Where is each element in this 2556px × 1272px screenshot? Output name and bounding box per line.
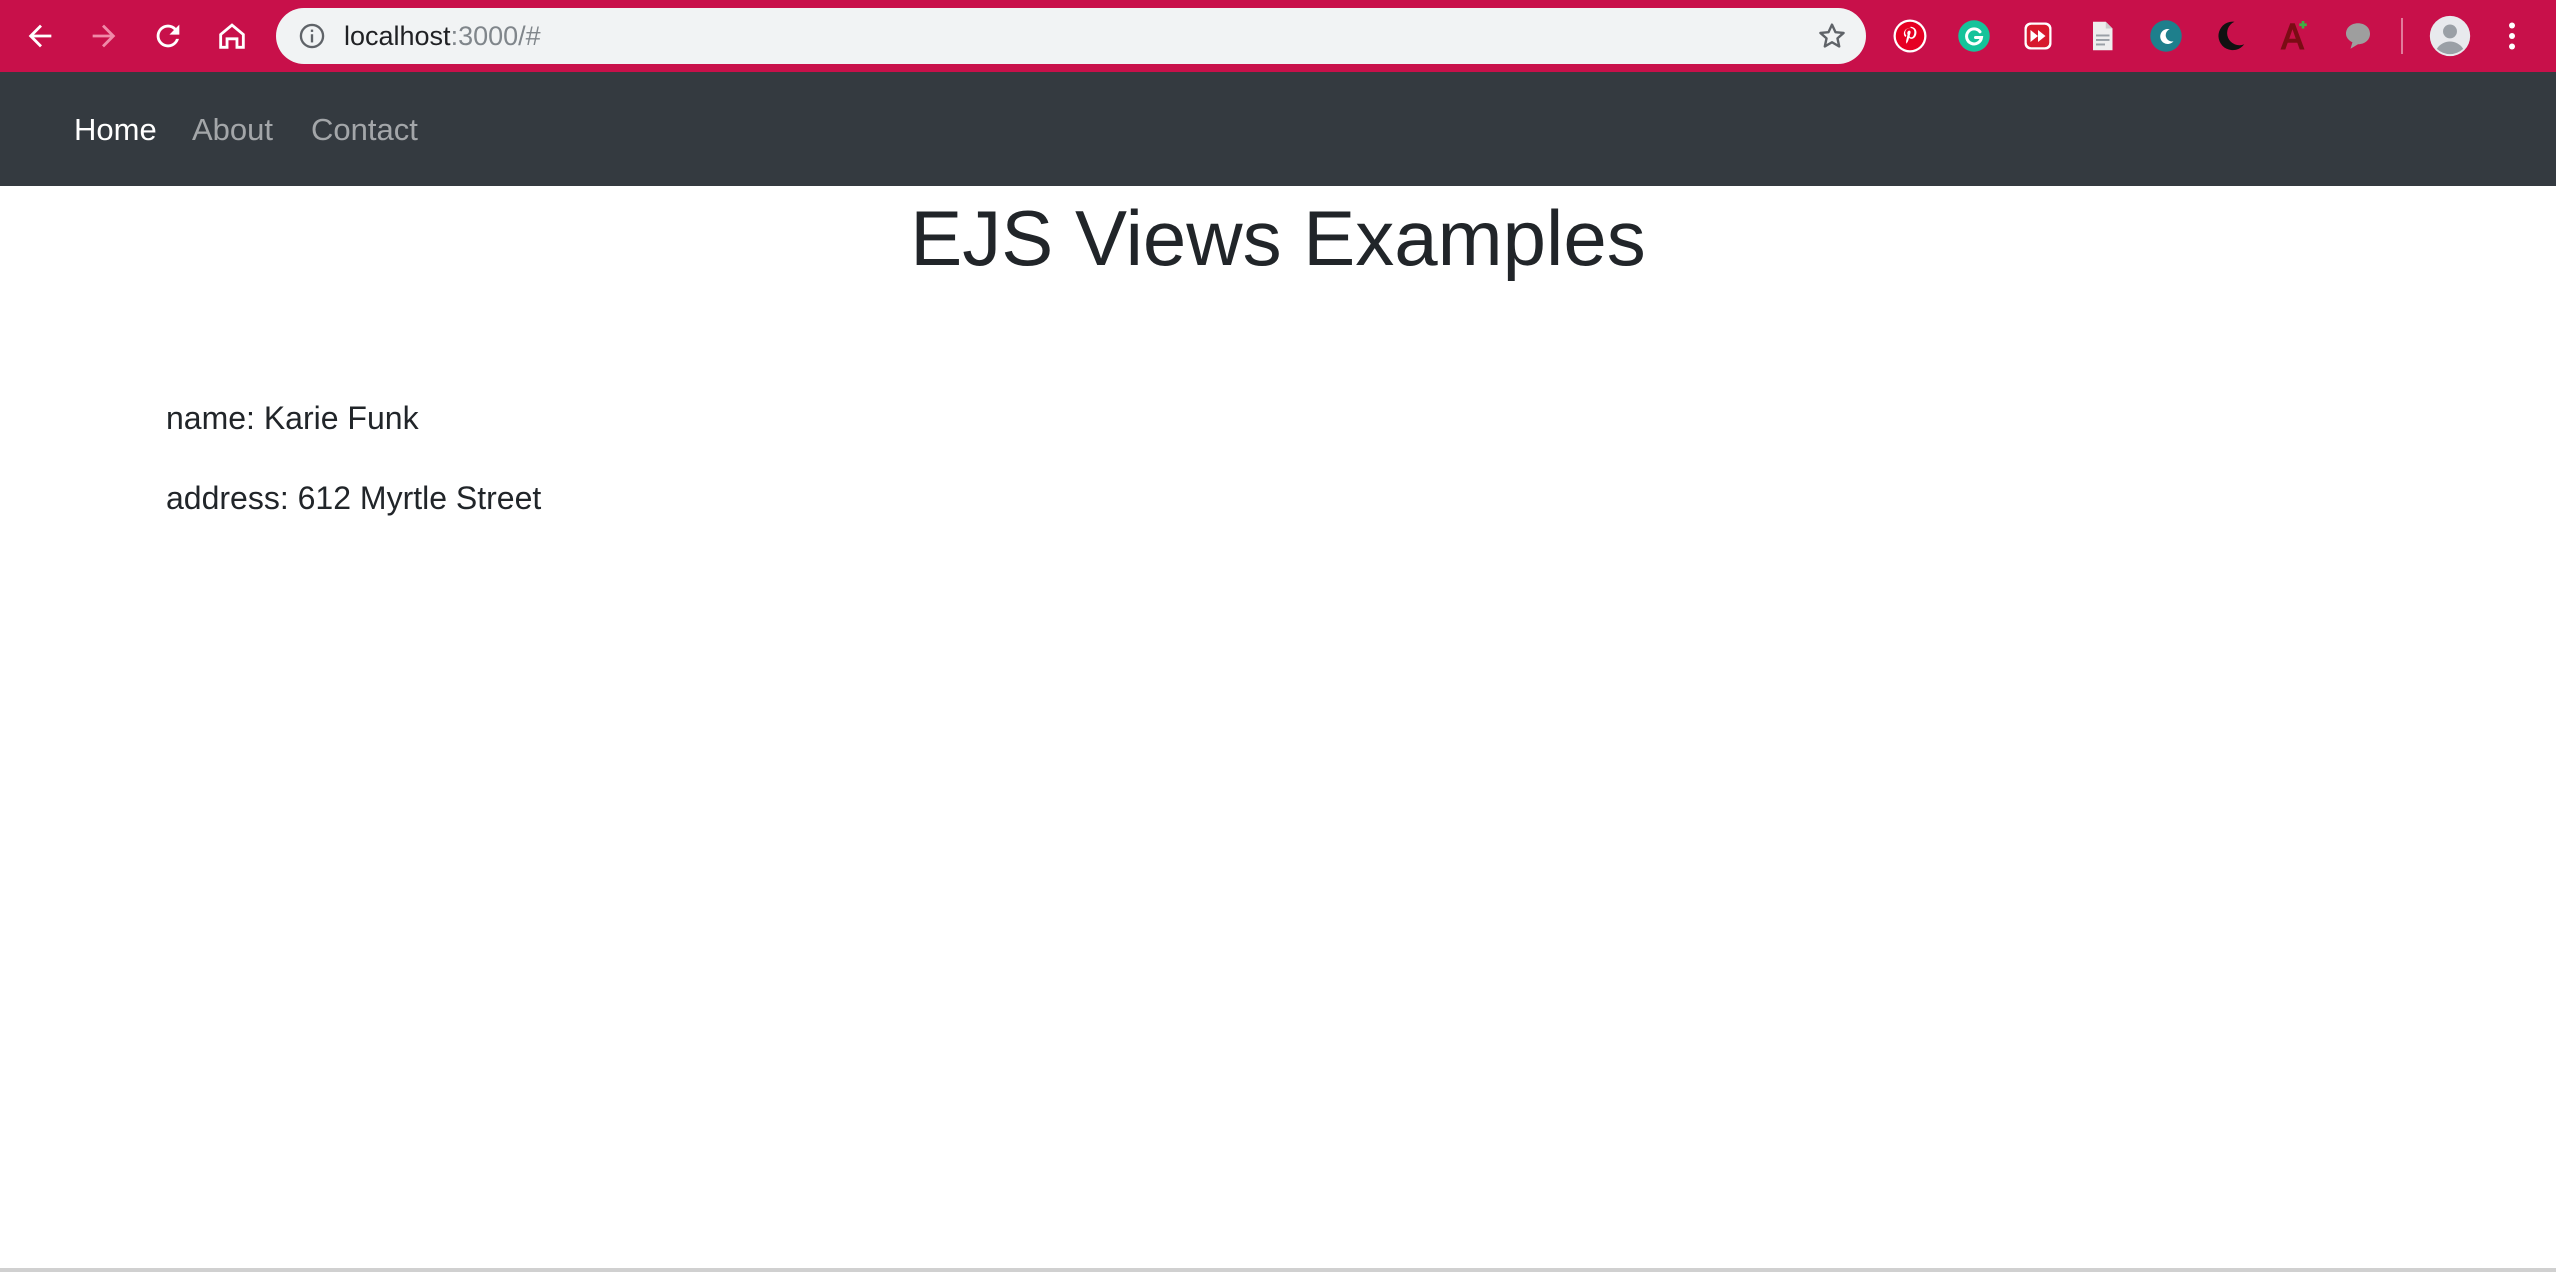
back-button[interactable] bbox=[12, 8, 68, 64]
night-mode-icon bbox=[2218, 21, 2245, 51]
address-field: address: 612 Myrtle Street bbox=[166, 480, 542, 516]
forward-arrow-icon bbox=[92, 24, 116, 48]
media-extension[interactable] bbox=[2018, 16, 2058, 56]
nav-about[interactable]: About bbox=[192, 72, 273, 186]
document-icon bbox=[2093, 21, 2113, 51]
url-host: localhost bbox=[344, 21, 451, 51]
media-extension-icon bbox=[2024, 22, 2052, 50]
back-arrow-icon bbox=[28, 24, 52, 48]
pinterest-icon bbox=[1893, 19, 1927, 53]
profile-avatar-icon bbox=[2429, 15, 2471, 57]
adobe-icon bbox=[2280, 21, 2307, 50]
home-button[interactable] bbox=[204, 8, 260, 64]
site-navbar: Home About Contact bbox=[0, 72, 2556, 186]
night-mode-extension[interactable] bbox=[2210, 16, 2250, 56]
name-field: name: Karie Funk bbox=[166, 400, 419, 436]
grammarly-extension[interactable] bbox=[1954, 16, 1994, 56]
nav-contact[interactable]: Contact bbox=[311, 72, 418, 186]
browser-toolbar: localhost:3000/# bbox=[0, 0, 2556, 72]
kebab-menu-icon bbox=[2509, 22, 2515, 50]
info-icon[interactable] bbox=[298, 22, 326, 50]
address-bar[interactable]: localhost:3000/# bbox=[276, 8, 1866, 64]
url-path: :3000/# bbox=[450, 21, 541, 51]
page-title: EJS Views Examples bbox=[910, 194, 1646, 282]
chat-icon bbox=[2346, 23, 2370, 49]
grammarly-icon bbox=[1958, 20, 1990, 52]
url-text[interactable]: localhost:3000/# bbox=[344, 8, 541, 64]
reload-icon bbox=[156, 24, 180, 48]
chat-extension[interactable] bbox=[2338, 16, 2378, 56]
home-icon bbox=[219, 23, 245, 49]
adobe-extension[interactable] bbox=[2274, 16, 2314, 56]
profile-button[interactable] bbox=[2426, 12, 2474, 60]
forward-button[interactable] bbox=[76, 8, 132, 64]
reload-button[interactable] bbox=[140, 8, 196, 64]
document-extension[interactable] bbox=[2082, 16, 2122, 56]
dark-reader-icon bbox=[2150, 20, 2182, 52]
browser-menu-button[interactable] bbox=[2492, 16, 2532, 56]
window-bottom-border bbox=[0, 1268, 2556, 1272]
bookmark-star-icon[interactable] bbox=[1816, 20, 1848, 52]
toolbar-separator bbox=[2401, 18, 2403, 54]
pinterest-extension[interactable] bbox=[1890, 16, 1930, 56]
dark-reader-extension[interactable] bbox=[2146, 16, 2186, 56]
nav-home[interactable]: Home bbox=[74, 72, 157, 186]
